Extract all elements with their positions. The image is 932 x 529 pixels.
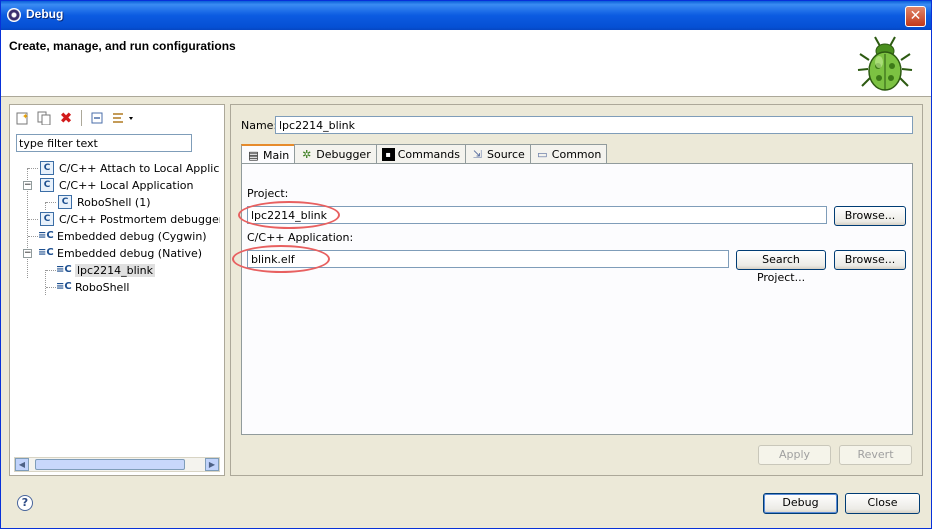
svg-text:✦: ✦ <box>22 112 29 121</box>
tree-item-roboshell[interactable]: ≡C RoboShell <box>46 279 129 295</box>
eclipse-icon <box>7 8 21 22</box>
tree-item-embedded-cygwin[interactable]: ≡C Embedded debug (Cygwin) <box>28 228 207 244</box>
common-tab-icon: ▭ <box>537 148 548 161</box>
new-config-icon[interactable]: ✦ <box>13 109 31 127</box>
browse-project-button[interactable]: Browse... <box>834 206 906 226</box>
source-tab-icon: ⇲ <box>472 148 483 161</box>
scroll-right-icon[interactable]: ▶ <box>205 458 219 471</box>
name-label: Name: <box>241 119 278 132</box>
c-config-icon: C <box>40 161 54 175</box>
header-title: Create, manage, and run configurations <box>9 39 236 53</box>
project-label: Project: <box>247 187 289 200</box>
application-field[interactable] <box>247 250 729 268</box>
tree-item-embedded-native[interactable]: ≡C Embedded debug (Native) <box>28 245 202 261</box>
tree-item-local-app[interactable]: C C/C++ Local Application <box>28 177 193 193</box>
project-field[interactable] <box>247 206 827 224</box>
duplicate-icon[interactable] <box>35 109 53 127</box>
filter-input[interactable] <box>16 134 192 152</box>
embedded-config-icon: ≡C <box>38 247 54 258</box>
debug-dialog: Debug ✕ Create, manage, and run configur… <box>0 0 932 529</box>
main-tab-content: Project: Browse... C/C++ Application: Se… <box>232 163 913 435</box>
apply-button[interactable]: Apply <box>758 445 831 465</box>
dialog-header: Create, manage, and run configurations <box>1 30 931 97</box>
close-button[interactable]: Close <box>845 493 920 514</box>
config-tabs: ▤ Main ✲ Debugger ▪ Commands ⇲ Source ▭ … <box>241 144 608 165</box>
toolbar-separator <box>81 110 82 126</box>
tab-common[interactable]: ▭ Common <box>529 144 608 164</box>
embedded-config-icon: ≡C <box>56 264 72 275</box>
bug-icon <box>857 36 913 91</box>
main-tab-icon: ▤ <box>248 149 259 162</box>
tree-item-attach[interactable]: C C/C++ Attach to Local Applicat <box>28 160 220 176</box>
configuration-editor: Name: ▤ Main ✲ Debugger ▪ Commands ⇲ Sou… <box>230 104 923 476</box>
c-config-icon: C <box>58 195 72 209</box>
tree-item-roboshell-1[interactable]: C RoboShell (1) <box>46 194 151 210</box>
embedded-config-icon: ≡C <box>38 230 54 241</box>
help-icon[interactable]: ? <box>17 495 33 511</box>
scroll-thumb[interactable] <box>35 459 185 470</box>
debug-button[interactable]: Debug <box>763 493 838 514</box>
commands-tab-icon: ▪ <box>381 148 395 161</box>
scroll-left-icon[interactable]: ◀ <box>15 458 29 471</box>
browse-application-button[interactable]: Browse... <box>834 250 906 270</box>
search-project-button[interactable]: Search Project... <box>736 250 826 284</box>
close-window-button[interactable]: ✕ <box>905 6 926 27</box>
tab-source[interactable]: ⇲ Source <box>465 144 531 164</box>
filter-icon[interactable] <box>110 109 136 127</box>
config-toolbar: ✦ ✖ <box>13 108 136 128</box>
embedded-config-icon: ≡C <box>56 281 72 292</box>
tree-item-lpc2214-blink[interactable]: ≡C lpc2214_blink <box>46 262 156 278</box>
horizontal-scrollbar[interactable]: ◀ ▶ <box>14 457 220 472</box>
tab-debugger[interactable]: ✲ Debugger <box>294 144 377 164</box>
tree-item-postmortem[interactable]: C C/C++ Postmortem debugger <box>28 211 220 227</box>
configuration-tree: C C/C++ Attach to Local Applicat − C C/C… <box>14 160 220 450</box>
title-bar[interactable]: Debug ✕ <box>1 1 931 30</box>
application-label: C/C++ Application: <box>247 231 354 244</box>
c-config-icon: C <box>40 178 54 192</box>
name-field[interactable] <box>275 116 913 134</box>
configuration-list-panel: ✦ ✖ C C/C++ Attach to Local Appl <box>9 104 225 476</box>
tab-commands[interactable]: ▪ Commands <box>375 144 466 164</box>
collapse-all-icon[interactable] <box>88 109 106 127</box>
debugger-tab-icon: ✲ <box>302 148 312 161</box>
tab-main[interactable]: ▤ Main <box>241 144 296 165</box>
revert-button[interactable]: Revert <box>839 445 912 465</box>
c-config-icon: C <box>40 212 54 226</box>
delete-icon[interactable]: ✖ <box>57 109 75 127</box>
window-title: Debug <box>26 7 64 21</box>
